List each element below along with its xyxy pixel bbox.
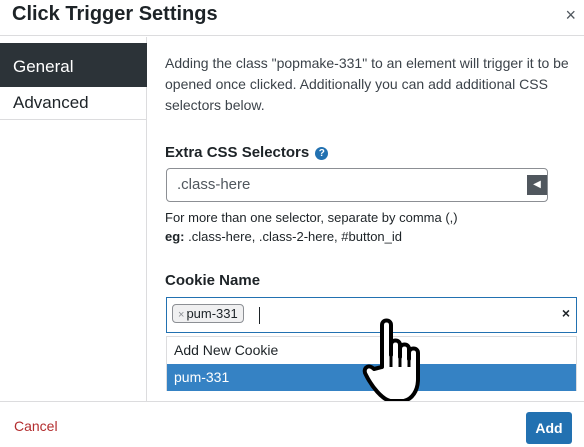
- help-icon[interactable]: ?: [315, 147, 329, 160]
- selected-cookie-token: × pum-331: [172, 304, 244, 323]
- extra-css-selectors-input[interactable]: .class-here ◀: [166, 168, 548, 202]
- extra-css-hint: For more than one selector, separate by …: [165, 208, 575, 246]
- dialog-header: Click Trigger Settings ×: [0, 0, 584, 36]
- cancel-button[interactable]: Cancel: [14, 418, 58, 434]
- extra-css-label-text: Extra CSS Selectors: [165, 144, 310, 161]
- trigger-description: Adding the class "popmake-331" to an ele…: [165, 55, 569, 113]
- hint-eg-label: eg:: [165, 229, 185, 244]
- settings-sidebar: General Advanced: [0, 37, 147, 401]
- extra-css-placeholder: .class-here: [177, 176, 251, 193]
- arrow-left-icon[interactable]: ◀: [527, 175, 547, 195]
- token-remove-icon[interactable]: ×: [178, 309, 184, 321]
- token-label: pum-331: [186, 306, 238, 321]
- hand-pointer-cursor-icon: [362, 318, 420, 403]
- clear-icon[interactable]: ×: [562, 305, 570, 321]
- cookie-name-label: Cookie Name: [165, 272, 261, 289]
- extra-css-label: Extra CSS Selectors?: [165, 144, 329, 161]
- tab-advanced[interactable]: Advanced: [0, 87, 147, 120]
- add-button[interactable]: Add: [526, 412, 572, 444]
- dialog-title: Click Trigger Settings: [12, 3, 218, 25]
- dialog-footer: Cancel Add: [0, 401, 584, 447]
- tab-general[interactable]: General: [0, 43, 147, 87]
- hint-line: For more than one selector, separate by …: [165, 210, 458, 225]
- hint-eg-value: .class-here, .class-2-here, #button_id: [184, 229, 402, 244]
- text-caret: [259, 307, 260, 324]
- click-trigger-settings-dialog: Click Trigger Settings × General Advance…: [0, 0, 584, 447]
- close-icon[interactable]: ×: [565, 5, 576, 25]
